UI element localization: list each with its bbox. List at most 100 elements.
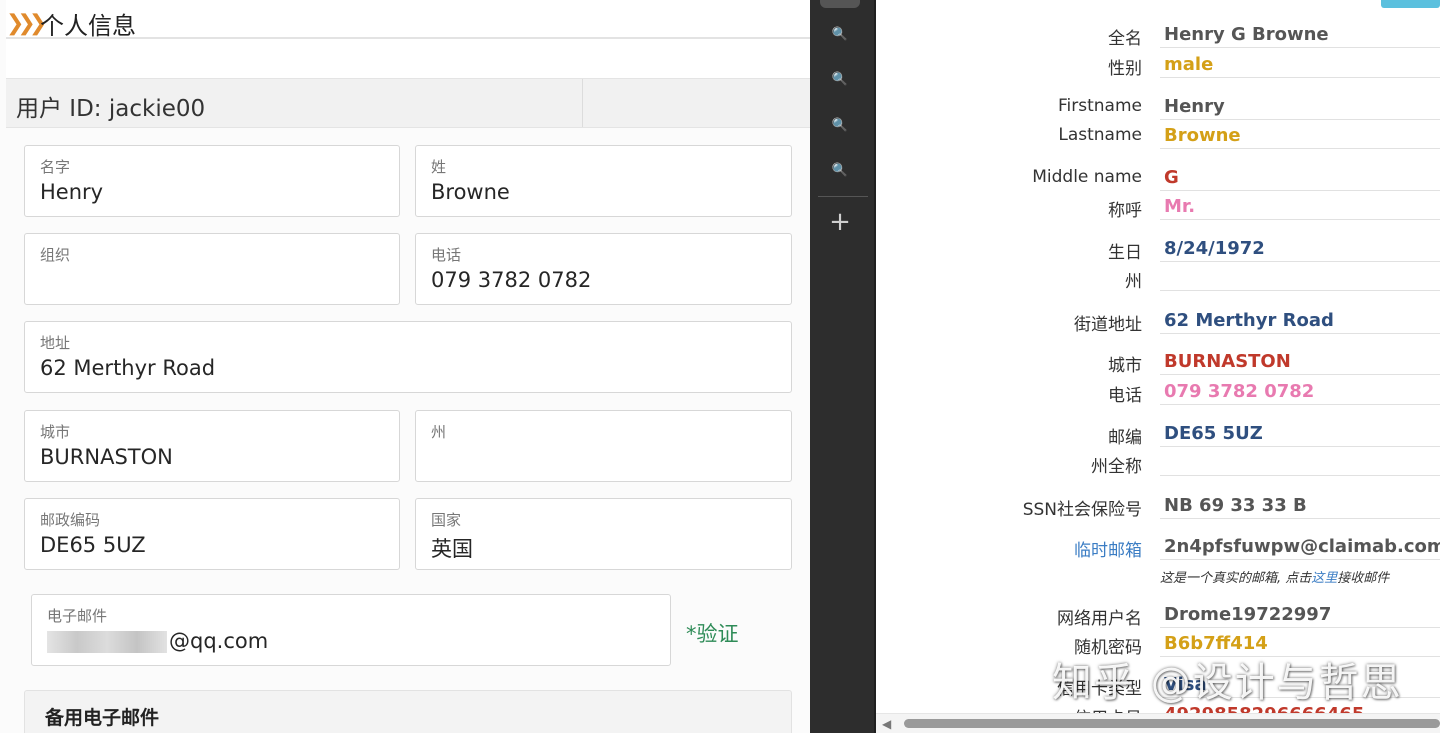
address-label: 地址 [40, 334, 71, 352]
info-row-key: 州全称 [1091, 457, 1142, 477]
info-row-key: 网络用户名 [1057, 609, 1142, 629]
info-row: 州 [876, 263, 1440, 293]
info-row-key: 街道地址 [1074, 315, 1142, 335]
info-row: 性别 male [876, 50, 1440, 80]
info-row-value: male [1164, 54, 1214, 75]
postal-code-value[interactable]: DE65 5UZ [40, 533, 146, 557]
plus-icon[interactable]: + [828, 208, 852, 236]
info-row-value: DE65 5UZ [1164, 423, 1263, 444]
info-row-value: 079 3782 0782 [1164, 381, 1315, 402]
info-row-value: 2n4pfsfuwpw@claimab.com [1164, 536, 1440, 557]
info-row: 邮编 DE65 5UZ [876, 419, 1440, 449]
info-row: Lastname Browne [876, 121, 1440, 151]
organization-field[interactable]: 组织 [24, 233, 400, 305]
postal-code-field[interactable]: 邮政编码 DE65 5UZ [24, 498, 400, 570]
info-row-value: NB 69 33 33 B [1164, 495, 1307, 516]
toolbar-handle[interactable] [820, 0, 860, 8]
info-row: 街道地址 62 Merthyr Road [876, 306, 1440, 336]
page-title: 个人信息 [40, 11, 136, 40]
last-name-value[interactable]: Browne [431, 180, 510, 204]
info-row-key: 称呼 [1108, 201, 1142, 221]
first-name-label: 名字 [40, 158, 71, 176]
side-toolbar: 🔍 🔍 🔍 🔍 + [810, 0, 876, 733]
info-row-value: 8/24/1972 [1164, 238, 1265, 259]
city-value[interactable]: BURNASTON [40, 445, 173, 469]
info-row: 州全称 [876, 448, 1440, 478]
scrollbar-thumb[interactable] [904, 719, 1440, 728]
phone-label: 电话 [431, 246, 462, 264]
info-row: 城市 BURNASTON [876, 347, 1440, 377]
generated-identity-panel: 全名 Henry G Browne 性别 male Firstname Henry Last… [876, 0, 1440, 733]
info-row-key: 性别 [1108, 59, 1142, 79]
country-value[interactable]: 英国 [431, 533, 473, 563]
city-label: 城市 [40, 423, 71, 441]
country-field[interactable]: 国家 英国 [415, 498, 792, 570]
info-row-value: Henry [1164, 96, 1225, 117]
watermark: 知乎 @设计与哲思 [1052, 660, 1403, 706]
country-label: 国家 [431, 511, 462, 529]
search-icon[interactable]: 🔍 [830, 161, 850, 181]
last-name-field[interactable]: 姓 Browne [415, 145, 792, 217]
state-field[interactable]: 州 [415, 410, 792, 482]
info-row: 称呼 Mr. [876, 192, 1440, 222]
header-divider [6, 37, 810, 39]
address-value[interactable]: 62 Merthyr Road [40, 356, 215, 380]
screen: ❯❯❯ 个人信息 用户 ID: jackie00 名字 Henry 姓 Brow… [0, 0, 1440, 733]
info-row-key: 生日 [1108, 243, 1142, 263]
info-row-key: 全名 [1108, 29, 1142, 49]
info-row-key: SSN社会保险号 [1022, 500, 1142, 520]
verify-link[interactable]: *验证 [686, 618, 739, 648]
state-label: 州 [431, 423, 447, 441]
info-row-key: 邮编 [1108, 428, 1142, 448]
info-row-value: Henry G Browne [1164, 24, 1329, 45]
info-row: Middle name G [876, 163, 1440, 193]
email-field[interactable]: 电子邮件 @qq.com [31, 594, 671, 666]
first-name-field[interactable]: 名字 Henry [24, 145, 400, 217]
info-row-key: Middle name [1032, 167, 1142, 187]
double-chevron-right-icon: ❯❯❯ [6, 10, 47, 36]
info-row: 全名 Henry G Browne [876, 20, 1440, 50]
info-row-key: Firstname [1058, 96, 1142, 116]
email-value[interactable]: @qq.com [47, 629, 268, 653]
info-row-key: 城市 [1108, 356, 1142, 376]
info-row-value: G [1164, 167, 1179, 188]
organization-label: 组织 [40, 246, 71, 264]
search-icon[interactable]: 🔍 [830, 25, 850, 45]
user-id-bar: 用户 ID: jackie00 [6, 78, 810, 128]
scroll-left-icon[interactable]: ◀ [882, 717, 891, 731]
info-row: Firstname Henry [876, 92, 1440, 122]
receive-mail-link[interactable]: 这里 [1311, 571, 1337, 586]
temp-email-note: 这是一个真实的邮箱, 点击这里接收邮件 [1160, 571, 1390, 586]
personal-info-panel: ❯❯❯ 个人信息 用户 ID: jackie00 名字 Henry 姓 Brow… [0, 0, 810, 733]
search-icon[interactable]: 🔍 [830, 70, 850, 90]
horizontal-scrollbar[interactable]: ◀ [876, 713, 1440, 733]
info-row: SSN社会保险号 NB 69 33 33 B [876, 491, 1440, 521]
email-label: 电子邮件 [47, 607, 108, 625]
info-row-value: BURNASTON [1164, 351, 1291, 372]
info-row-key: 电话 [1108, 386, 1142, 406]
top-button[interactable] [1381, 0, 1440, 8]
info-row: 生日 8/24/1972 [876, 234, 1440, 264]
info-row-value: Browne [1164, 125, 1241, 146]
phone-value[interactable]: 079 3782 0782 [431, 268, 591, 292]
info-row-value: Drome19722997 [1164, 604, 1332, 625]
alt-email-title: 备用电子邮件 [45, 707, 160, 729]
info-row: 临时邮箱 2n4pfsfuwpw@claimab.com [876, 532, 1440, 562]
info-row-key[interactable]: 临时邮箱 [1074, 536, 1142, 561]
city-field[interactable]: 城市 BURNASTON [24, 410, 400, 482]
page-header: ❯❯❯ 个人信息 [6, 8, 136, 40]
phone-field[interactable]: 电话 079 3782 0782 [415, 233, 792, 305]
search-icon[interactable]: 🔍 [830, 116, 850, 136]
info-row: 网络用户名 Drome19722997 [876, 600, 1440, 630]
email-domain: @qq.com [169, 629, 269, 653]
postal-code-label: 邮政编码 [40, 511, 101, 529]
last-name-label: 姓 [431, 158, 447, 176]
first-name-value[interactable]: Henry [40, 180, 103, 204]
info-row: 电话 079 3782 0782 [876, 377, 1440, 407]
address-field[interactable]: 地址 62 Merthyr Road [24, 321, 792, 393]
alt-email-section: 备用电子邮件 [24, 690, 792, 733]
user-id: 用户 ID: jackie00 [16, 96, 206, 122]
info-row-key: Lastname [1058, 125, 1142, 145]
info-row-value: Mr. [1164, 196, 1196, 217]
info-row-key: 州 [1125, 272, 1142, 292]
